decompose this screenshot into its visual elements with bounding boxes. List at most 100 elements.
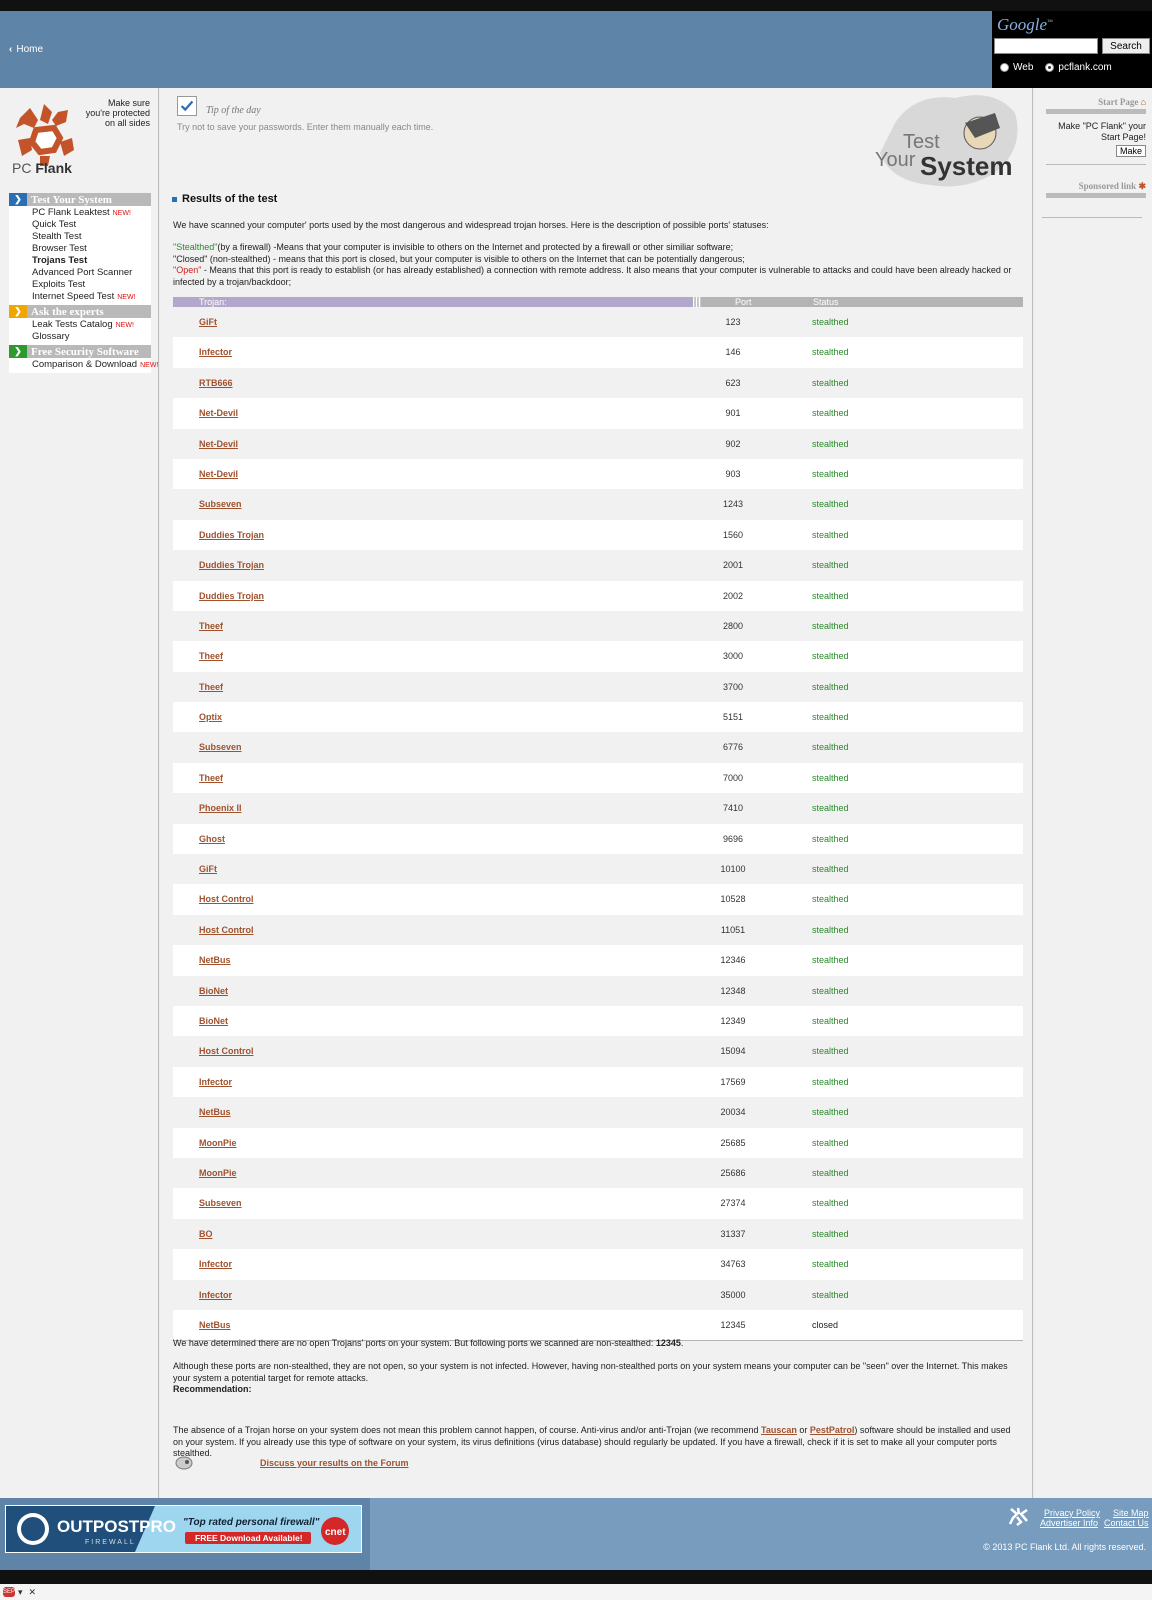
trojan-link[interactable]: GiFt [199, 317, 217, 327]
sidebar-item[interactable]: Quick Test [9, 219, 151, 231]
header-bar: ‹ Home [0, 11, 992, 88]
sidebar-item[interactable]: Advanced Port Scanner [9, 267, 151, 279]
port-cell: 12346 [720, 955, 746, 966]
trojan-link[interactable]: Infector [199, 347, 232, 357]
status-cell: stealthed [812, 1259, 849, 1270]
trojan-link[interactable]: Theef [199, 682, 223, 692]
trojan-link[interactable]: Infector [199, 1290, 232, 1300]
trojan-link[interactable]: Duddies Trojan [199, 560, 264, 570]
explanation: Although these ports are non-stealthed, … [173, 1361, 1008, 1383]
table-row: MoonPie 25685 stealthed [173, 1127, 1023, 1158]
sidebar-item[interactable]: PC Flank Leaktest NEW! [9, 207, 151, 219]
port-cell: 5151 [722, 712, 744, 723]
nav-section-header[interactable]: ❯ Free Security Software [9, 345, 151, 358]
table-body: GiFt 123 stealthed Infector 146 stealthed RTB6… [173, 307, 1023, 1341]
open-word: "Open" [173, 265, 202, 275]
status-definitions: "Stealthed"(by a firewall) -Means that y… [173, 242, 1013, 288]
trojan-link[interactable]: Theef [199, 621, 223, 631]
trojan-link[interactable]: NetBus [199, 955, 231, 965]
trojan-link[interactable]: Optix [199, 712, 222, 722]
stealthed-word: "Stealthed" [173, 242, 218, 252]
close-icon[interactable]: ✕ [29, 1587, 37, 1598]
discuss-forum-link[interactable]: Discuss your results on the Forum [260, 1458, 409, 1468]
tip-text: Try not to save your passwords. Enter th… [177, 122, 434, 132]
outpost-banner-ad[interactable]: OUTPOSTPRO FIREWALL "Top rated personal … [5, 1505, 362, 1553]
sep-addon-icon[interactable]: SEP [3, 1587, 15, 1597]
trojan-link[interactable]: Host Control [199, 925, 254, 935]
google-search-button[interactable]: Search [1102, 38, 1150, 54]
trojan-link[interactable]: Subseven [199, 499, 242, 509]
trojan-link[interactable]: MoonPie [199, 1138, 237, 1148]
port-cell: 15094 [720, 1046, 746, 1057]
trojan-link[interactable]: Host Control [199, 894, 254, 904]
trojan-link[interactable]: Duddies Trojan [199, 530, 264, 540]
nav-section-items: Comparison & Download NEW! [9, 358, 158, 373]
trojan-link[interactable]: Net-Devil [199, 439, 238, 449]
chevron-right-icon: ❯ [9, 345, 27, 358]
radio-site[interactable] [1045, 63, 1055, 72]
tauscan-link[interactable]: Tauscan [761, 1425, 797, 1435]
status-cell: stealthed [812, 529, 849, 540]
trojan-link[interactable]: Subseven [199, 1198, 242, 1208]
nav-section-header[interactable]: ❯ Ask the experts [9, 305, 151, 318]
pestpatrol-link[interactable]: PestPatrol [810, 1425, 855, 1435]
status-cell: stealthed [812, 651, 849, 662]
trojan-link[interactable]: Host Control [199, 1046, 254, 1056]
port-cell: 31337 [720, 1228, 746, 1239]
table-row: Infector 34763 stealthed [173, 1249, 1023, 1280]
tagline-line-1: Make sure [107, 98, 150, 108]
trojan-link[interactable]: MoonPie [199, 1168, 237, 1178]
trojan-link[interactable]: BO [199, 1229, 213, 1239]
port-cell: 34763 [720, 1259, 746, 1270]
trojan-link[interactable]: Infector [199, 1259, 232, 1269]
trojan-link[interactable]: Theef [199, 651, 223, 661]
trojan-link[interactable]: NetBus [199, 1107, 231, 1117]
trojan-link[interactable]: Infector [199, 1077, 232, 1087]
sidebar-item[interactable]: Leak Tests Catalog NEW! [9, 319, 151, 331]
table-row: Host Control 15094 stealthed [173, 1036, 1023, 1067]
port-cell: 623 [725, 377, 741, 388]
sidebar-item[interactable]: Trojans Test [9, 255, 151, 267]
radio-web-label: Web [1013, 62, 1034, 73]
sidebar-item[interactable]: Exploits Test [9, 279, 151, 291]
status-cell: stealthed [812, 1107, 849, 1118]
trojan-link[interactable]: Ghost [199, 834, 225, 844]
sidebar-item[interactable]: Comparison & Download NEW! [9, 359, 158, 371]
trojan-link[interactable]: GiFt [199, 864, 217, 874]
home-link[interactable]: ‹ Home [9, 44, 43, 55]
nav-section-header[interactable]: ❯ Test Your System [9, 193, 151, 206]
privacy-policy-link[interactable]: Privacy Policy [1044, 1508, 1100, 1518]
table-row: Infector 35000 stealthed [173, 1279, 1023, 1310]
google-search-input[interactable] [994, 38, 1098, 54]
trojan-link[interactable]: Net-Devil [199, 469, 238, 479]
trojan-link[interactable]: Phoenix II [199, 803, 242, 813]
sidebar-item[interactable]: Browser Test [9, 243, 151, 255]
table-header: Trojan: Port Status [173, 297, 1023, 307]
make-start-page-button[interactable]: Make [1116, 145, 1146, 157]
trojan-link[interactable]: BioNet [199, 1016, 228, 1026]
sidebar-item[interactable]: Glossary [9, 331, 151, 343]
port-cell: 1243 [722, 499, 744, 510]
advertiser-info-link[interactable]: Advertiser Info [1040, 1518, 1098, 1528]
trojan-link[interactable]: Subseven [199, 742, 242, 752]
sidebar-item[interactable]: Internet Speed Test NEW! [9, 291, 151, 303]
trojan-link[interactable]: Duddies Trojan [199, 591, 264, 601]
port-cell: 20034 [720, 1107, 746, 1118]
sidebar-item[interactable]: Stealth Test [9, 231, 151, 243]
rec-part-1: The absence of a Trojan horse on your sy… [173, 1425, 761, 1435]
port-cell: 9696 [722, 833, 744, 844]
trojan-link[interactable]: NetBus [199, 1320, 231, 1330]
trojan-link[interactable]: BioNet [199, 986, 228, 996]
dropdown-arrow-icon[interactable]: ▾ [18, 1587, 23, 1598]
pcflank-logo-icon [16, 104, 74, 166]
site-map-link[interactable]: Site Map [1113, 1508, 1149, 1518]
contact-us-link[interactable]: Contact Us [1104, 1518, 1149, 1528]
status-cell: stealthed [812, 1076, 849, 1087]
table-row: Duddies Trojan 2001 stealthed [173, 550, 1023, 581]
logo-text: PC Flank [12, 160, 72, 176]
radio-web[interactable] [1000, 63, 1009, 72]
trojan-link[interactable]: RTB666 [199, 378, 233, 388]
trojan-link[interactable]: Theef [199, 773, 223, 783]
trojan-link[interactable]: Net-Devil [199, 408, 238, 418]
logo-small-icon: ✱ [1138, 181, 1146, 191]
